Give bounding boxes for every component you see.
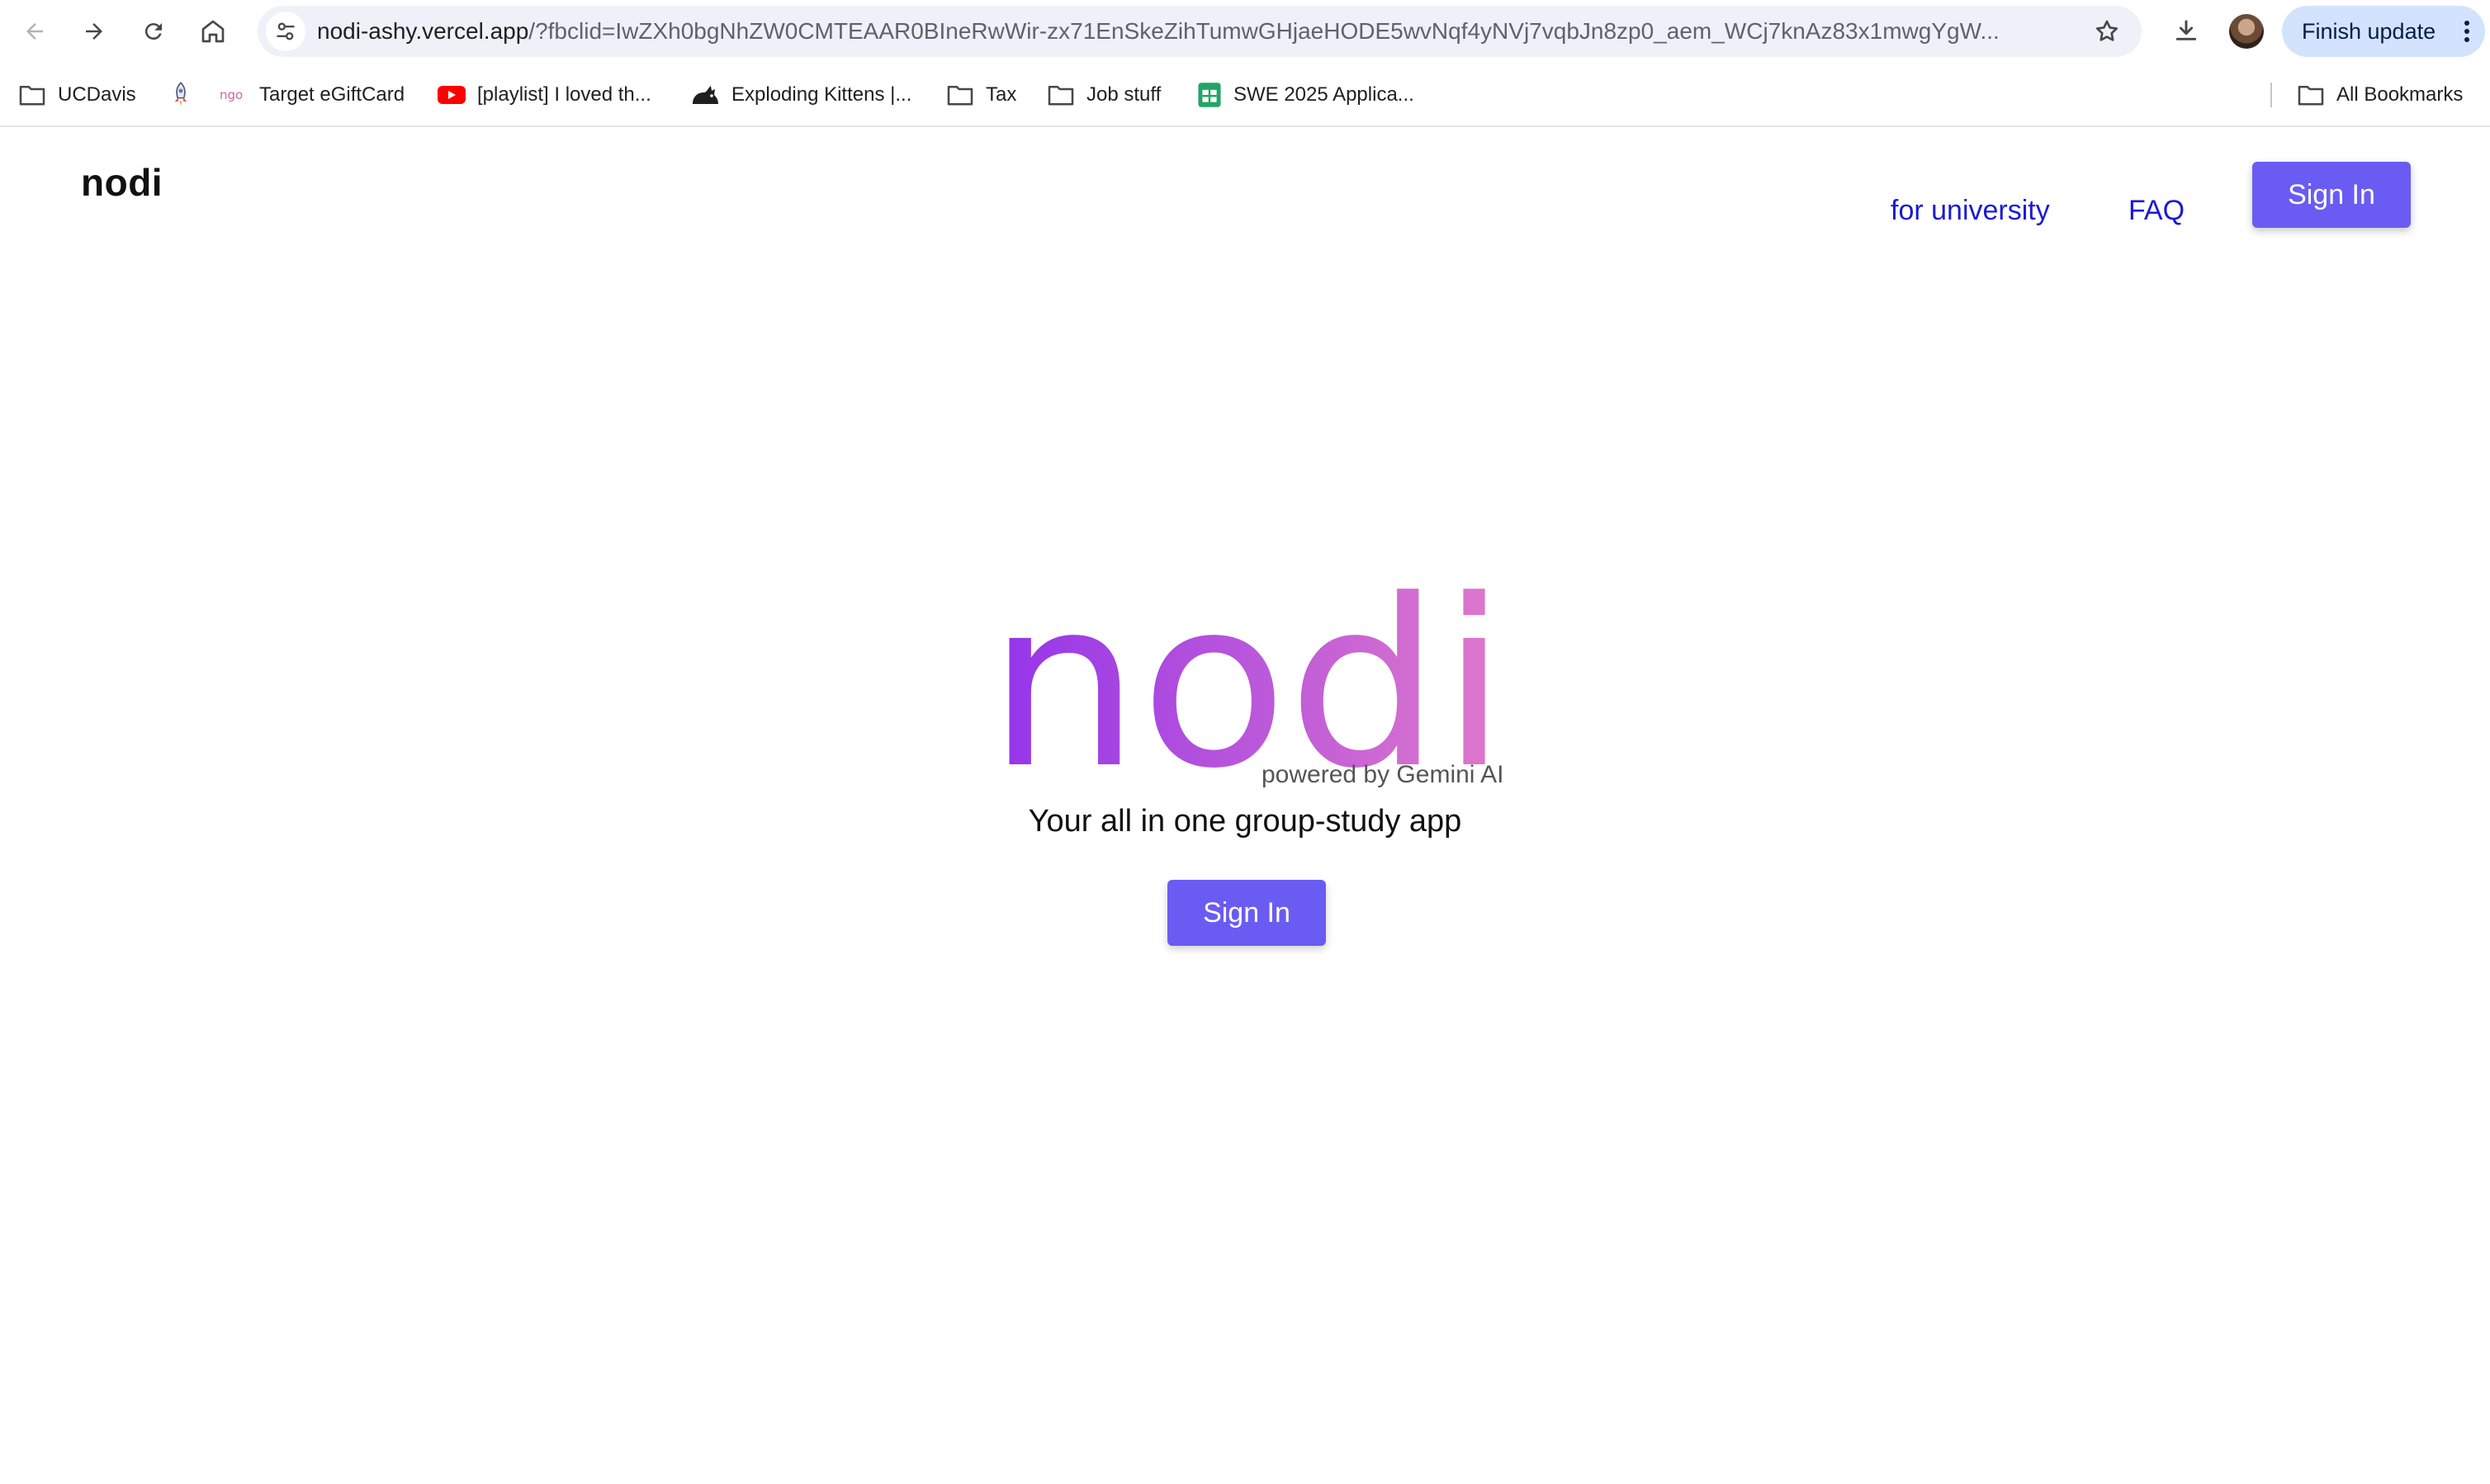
bookmark-label: [playlist] I loved th...: [477, 83, 651, 106]
nav-for-university-link[interactable]: for university: [1891, 195, 2050, 227]
profile-avatar[interactable]: [2229, 14, 2264, 49]
bookmark-label: Exploding Kittens |...: [731, 83, 912, 106]
forward-button[interactable]: [74, 12, 114, 51]
bookmark-label: Target eGiftCard: [259, 83, 405, 106]
bookmark-tax[interactable]: Tax: [946, 78, 1016, 112]
bookmarks-bar: UCDavis ngo Target eGiftCard [playlist] …: [0, 63, 2490, 127]
bookmark-label: Tax: [986, 83, 1017, 106]
downloads-button[interactable]: [2166, 12, 2206, 51]
arrow-left-icon: [26, 23, 43, 40]
hero-sign-in-button[interactable]: Sign In: [1167, 880, 1326, 946]
bookmark-exploding-kittens[interactable]: Exploding Kittens |...: [690, 78, 911, 112]
bookmark-job-stuff[interactable]: Job stuff: [1047, 78, 1161, 112]
folder-icon: [947, 85, 973, 106]
hero-tagline: Your all in one group-study app: [1028, 804, 1462, 839]
bookmark-label: SWE 2025 Applica...: [1233, 83, 1414, 106]
site-info-button[interactable]: [266, 12, 305, 51]
finish-update-label: Finish update: [2302, 19, 2436, 44]
rocket-icon: [174, 82, 187, 106]
download-icon: [2175, 20, 2197, 40]
bookmarks-separator: [2270, 83, 2272, 107]
bookmark-star-button[interactable]: [2087, 12, 2127, 51]
bookmark-rocket[interactable]: [170, 78, 203, 112]
hero-logo: nodi: [987, 556, 1508, 796]
finish-update-button[interactable]: Finish update: [2282, 6, 2485, 57]
web-page: nodi for university FAQ Sign In nodi pow…: [0, 127, 2490, 1484]
bookmark-label: Job stuff: [1086, 83, 1162, 106]
browser-toolbar: nodi-ashy.vercel.app/?fbclid=IwZXh0bgNhZ…: [0, 0, 2490, 63]
bookmark-swe-2025[interactable]: SWE 2025 Applica...: [1197, 78, 1414, 112]
reload-button[interactable]: [134, 12, 173, 51]
folder-icon: [1048, 85, 1074, 106]
address-bar[interactable]: nodi-ashy.vercel.app/?fbclid=IwZXh0bgNhZ…: [258, 6, 2142, 57]
arrow-right-icon: [86, 23, 102, 40]
bookmark-playlist[interactable]: [playlist] I loved th...: [438, 78, 651, 112]
reload-icon: [144, 23, 162, 40]
url-path: /?fbclid=IwZXh0bgNhZW0CMTEAAR0BIneRwWir-…: [528, 18, 2000, 44]
star-icon: [2095, 20, 2118, 41]
kebab-icon: [2464, 21, 2469, 42]
powered-by-text: powered by Gemini AI: [1262, 761, 1504, 788]
ngo-icon: ngo: [220, 87, 243, 102]
sheets-icon: [1198, 83, 1221, 107]
home-button[interactable]: [193, 12, 233, 51]
header-sign-in-button[interactable]: Sign In: [2252, 162, 2411, 228]
back-button[interactable]: [15, 12, 54, 51]
svg-text:ngo: ngo: [220, 87, 243, 102]
brand-logo[interactable]: nodi: [81, 160, 163, 205]
tune-icon: [277, 22, 295, 40]
all-bookmarks-label: All Bookmarks: [2336, 83, 2464, 106]
folder-icon: [19, 85, 45, 106]
all-bookmarks-button[interactable]: All Bookmarks: [2297, 78, 2463, 112]
bookmark-target-egiftcard[interactable]: ngo Target eGiftCard: [220, 78, 405, 112]
kitten-icon: [693, 86, 718, 104]
nav-faq-link[interactable]: FAQ: [2128, 195, 2185, 227]
youtube-icon: [438, 86, 466, 104]
hero-logo-text: nodi: [987, 556, 1508, 796]
url-host: nodi-ashy.vercel.app: [317, 18, 529, 44]
url-text[interactable]: nodi-ashy.vercel.app/?fbclid=IwZXh0bgNhZ…: [317, 6, 2076, 57]
folder-icon: [2298, 85, 2324, 106]
bookmark-label: UCDavis: [58, 83, 136, 106]
bookmark-ucdavis[interactable]: UCDavis: [18, 78, 136, 112]
home-icon: [201, 20, 225, 43]
